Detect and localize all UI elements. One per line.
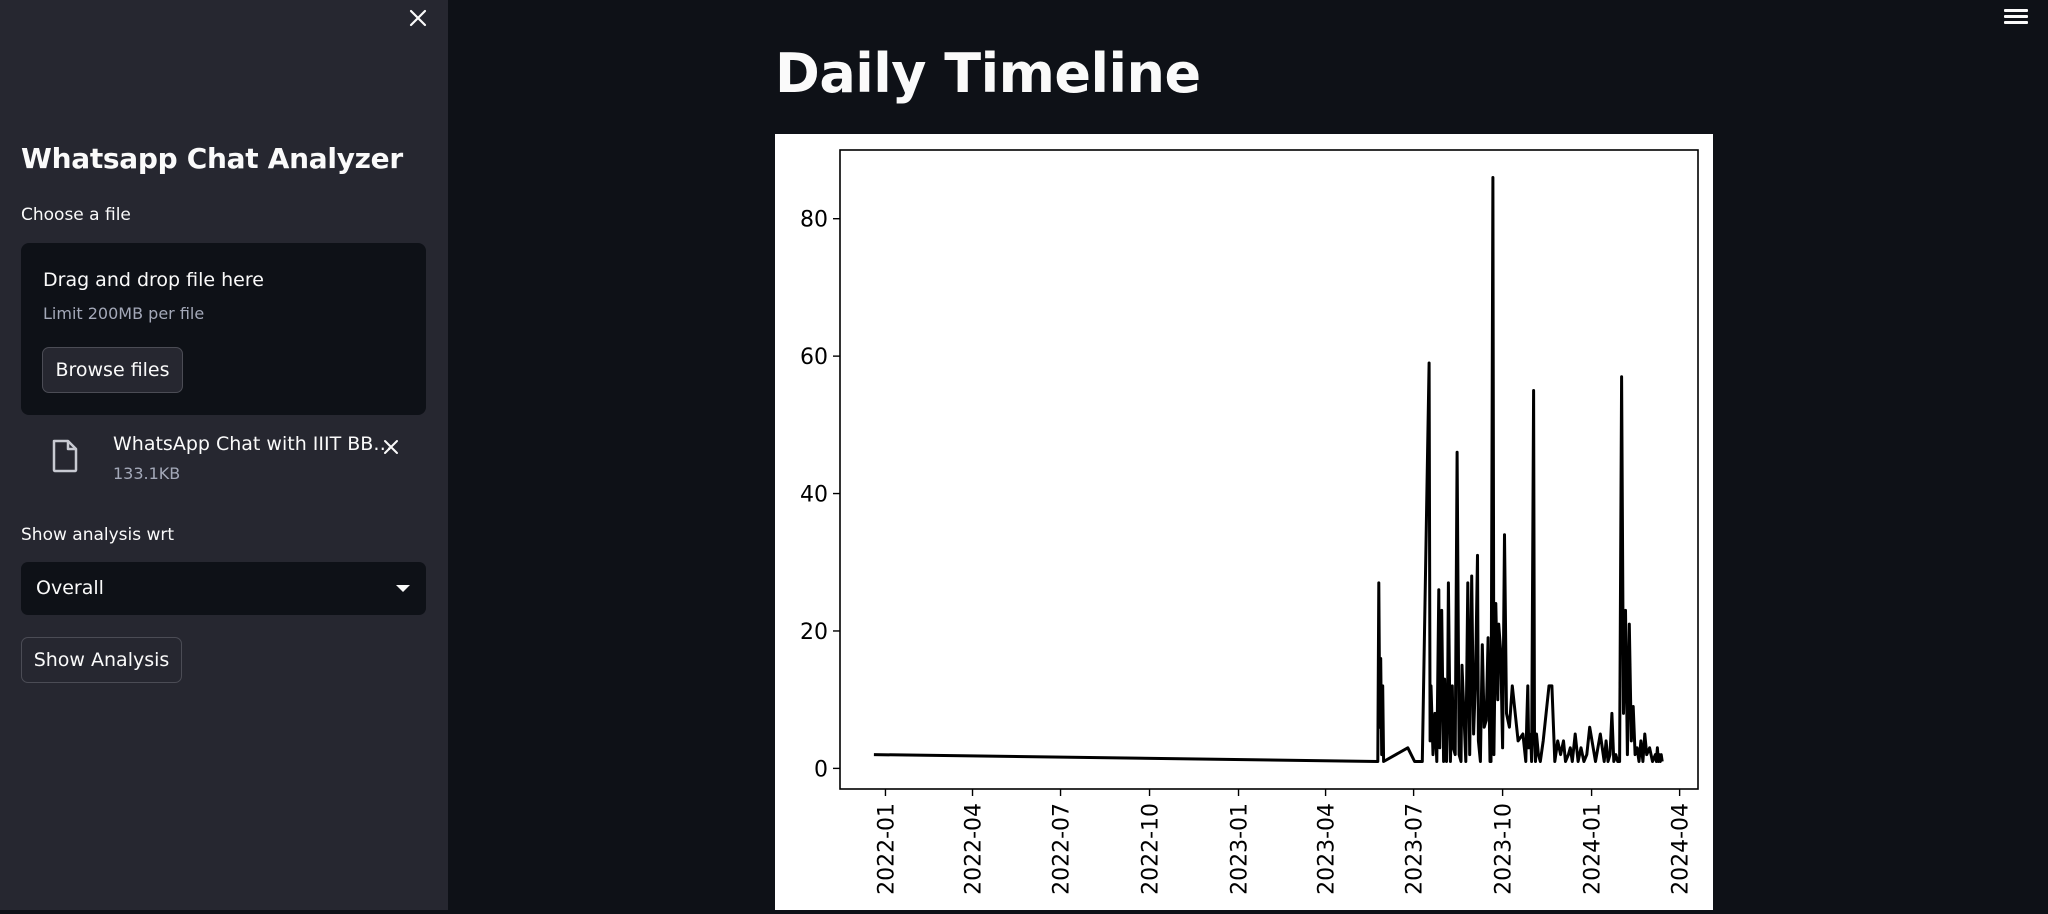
y-tick-label: 80 bbox=[800, 208, 828, 233]
analysis-select-value: Overall bbox=[36, 577, 104, 599]
hamburger-menu-icon bbox=[2002, 9, 2030, 24]
y-tick-label: 40 bbox=[800, 483, 828, 508]
x-tick-label: 2023-07 bbox=[1403, 803, 1428, 895]
file-dropzone[interactable]: Drag and drop file here Limit 200MB per … bbox=[21, 243, 426, 415]
x-tick-label: 2022-07 bbox=[1050, 803, 1075, 895]
y-tick-label: 60 bbox=[800, 345, 828, 370]
file-icon bbox=[51, 439, 79, 473]
file-uploader-label: Choose a file bbox=[21, 205, 131, 225]
show-analysis-button[interactable]: Show Analysis bbox=[21, 637, 182, 683]
uploaded-file-size: 133.1KB bbox=[113, 464, 180, 483]
close-icon bbox=[383, 439, 399, 455]
x-tick-label: 2023-10 bbox=[1492, 803, 1517, 895]
sidebar: Whatsapp Chat Analyzer Choose a file Dra… bbox=[0, 0, 448, 910]
x-tick-label: 2024-01 bbox=[1581, 803, 1606, 895]
axes-frame bbox=[840, 150, 1698, 789]
page-title: Daily Timeline bbox=[775, 42, 1201, 105]
dropzone-instructions: Drag and drop file here bbox=[43, 269, 264, 291]
x-tick-label: 2022-10 bbox=[1139, 803, 1164, 895]
close-icon bbox=[409, 9, 427, 27]
close-sidebar-button[interactable] bbox=[404, 4, 432, 32]
dropzone-limit: Limit 200MB per file bbox=[43, 304, 204, 323]
main-menu-button[interactable] bbox=[2002, 6, 2030, 28]
remove-file-button[interactable] bbox=[377, 433, 405, 461]
uploaded-file: WhatsApp Chat with IIIT BB… 133.1KB bbox=[21, 430, 426, 490]
x-tick-label: 2022-01 bbox=[874, 803, 899, 895]
timeline-series-line bbox=[874, 178, 1662, 762]
analysis-select-label: Show analysis wrt bbox=[21, 525, 174, 545]
x-tick-label: 2023-01 bbox=[1228, 803, 1253, 895]
y-tick-label: 0 bbox=[814, 757, 828, 782]
x-tick-label: 2023-04 bbox=[1315, 803, 1340, 895]
chevron-down-icon bbox=[396, 585, 410, 592]
x-tick-label: 2024-04 bbox=[1669, 803, 1694, 895]
browse-files-button[interactable]: Browse files bbox=[42, 347, 183, 393]
analysis-user-select[interactable]: Overall bbox=[21, 562, 426, 615]
x-tick-label: 2022-04 bbox=[962, 803, 987, 895]
chart-svg: 0 20 40 60 80 2022-01 2022-04 2022-07 2022-10 202… bbox=[775, 134, 1713, 910]
sidebar-title: Whatsapp Chat Analyzer bbox=[21, 142, 403, 175]
daily-timeline-chart: 0 20 40 60 80 2022-01 2022-04 2022-07 2022-10 202… bbox=[775, 134, 1713, 910]
y-tick-label: 20 bbox=[800, 620, 828, 645]
uploaded-file-name: WhatsApp Chat with IIIT BB… bbox=[113, 433, 392, 455]
